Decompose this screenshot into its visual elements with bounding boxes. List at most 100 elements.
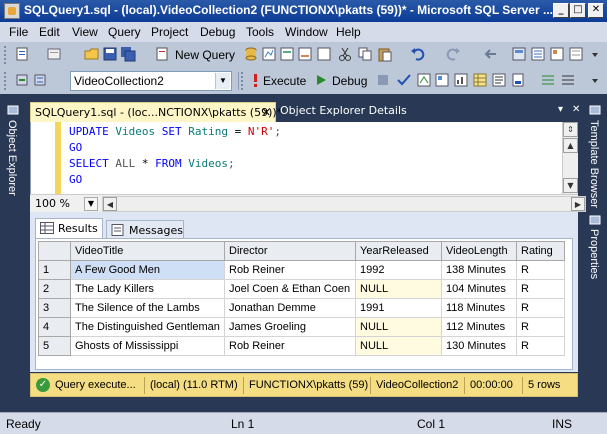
query-designer-icon[interactable] [434, 72, 450, 88]
cell-videolength[interactable]: 112 Minutes [441, 317, 517, 337]
code-line-1[interactable]: UPDATE Videos SET Rating = N'R'; [69, 125, 281, 138]
tab-sqlquery1[interactable]: SQLQuery1.sql - (loc...NCTIONX\pkatts (5… [30, 102, 282, 122]
editor-horizontal-scrollbar[interactable]: ◀ ▶ [102, 196, 586, 212]
close-icon[interactable]: ✕ [572, 104, 580, 115]
save-icon[interactable] [102, 46, 118, 62]
scroll-up-icon[interactable]: ▲ [563, 138, 578, 153]
new-project-icon[interactable] [14, 46, 30, 62]
editor-vertical-scrollbar[interactable]: ⇕ ▲ ▼ [562, 122, 578, 194]
new-query-icon[interactable] [154, 46, 170, 62]
column-header-director[interactable]: Director [224, 241, 356, 261]
cell-director[interactable]: Joel Coen & Ethan Coen [224, 279, 356, 299]
column-header-rating[interactable]: Rating [516, 241, 565, 261]
xmla-query-icon[interactable] [297, 46, 313, 62]
tab-list-chevron-icon[interactable]: ▾ [558, 104, 563, 115]
query-editor[interactable]: UPDATE Videos SET Rating = N'R'; GO SELE… [30, 122, 578, 194]
menu-debug[interactable]: Debug [200, 25, 235, 39]
cancel-query-icon[interactable] [375, 72, 391, 88]
template-explorer-icon[interactable] [549, 46, 565, 62]
properties-icon[interactable] [588, 214, 602, 226]
grid-corner-header[interactable] [38, 241, 71, 261]
parse-checkmark-icon[interactable] [396, 72, 412, 88]
object-explorer-icon[interactable] [530, 46, 546, 62]
comment-lines-icon[interactable] [540, 72, 556, 88]
column-header-yearreleased[interactable]: YearReleased [355, 241, 442, 261]
execute-icon[interactable] [247, 72, 263, 88]
mdx-query-icon[interactable] [279, 46, 295, 62]
table-row[interactable]: 4 The Distinguished Gentleman James Groeli… [38, 317, 565, 337]
results-to-file-icon[interactable] [510, 72, 526, 88]
cell-rating[interactable]: R [516, 298, 565, 318]
properties-tab[interactable]: Properties [588, 229, 600, 279]
table-row[interactable]: 3 The Silence of the Lambs Jonathan Demme 1… [38, 298, 565, 318]
zoom-dropdown[interactable]: 100 % ▼ [32, 196, 98, 212]
menu-window[interactable]: Window [285, 25, 328, 39]
chevron-down-icon[interactable]: ▼ [215, 73, 230, 89]
cell-rating[interactable]: R [516, 279, 565, 299]
properties-window-icon[interactable] [568, 46, 584, 62]
tab-results[interactable]: Results [35, 218, 103, 238]
splitter-icon[interactable]: ⇕ [563, 122, 578, 137]
cell-videolength[interactable]: 130 Minutes [441, 336, 517, 356]
cell-yearreleased[interactable]: NULL [355, 279, 442, 299]
toolbar-options-icon[interactable] [587, 46, 603, 62]
cell-videotitle[interactable]: The Silence of the Lambs [70, 298, 225, 318]
results-to-text-icon[interactable] [491, 72, 507, 88]
cell-videotitle[interactable]: The Lady Killers [70, 279, 225, 299]
redo-icon[interactable] [445, 46, 461, 62]
tab-object-explorer-details[interactable]: Object Explorer Details [280, 104, 407, 117]
menu-help[interactable]: Help [336, 25, 361, 39]
dmx-query-icon[interactable] [316, 46, 332, 62]
code-line-4[interactable]: GO [69, 173, 82, 186]
cell-director[interactable]: Rob Reiner [224, 336, 356, 356]
cell-yearreleased[interactable]: NULL [355, 336, 442, 356]
menu-edit[interactable]: Edit [39, 25, 60, 39]
close-tab-icon[interactable]: ✕ [262, 106, 271, 119]
cell-videotitle[interactable]: Ghosts of Mississippi [70, 336, 225, 356]
debug-play-icon[interactable] [313, 72, 329, 88]
cell-director[interactable]: Rob Reiner [224, 260, 356, 280]
scroll-left-icon[interactable]: ◀ [103, 197, 117, 211]
cell-videolength[interactable]: 118 Minutes [441, 298, 517, 318]
object-explorer-tab[interactable]: Object Explorer [6, 120, 18, 196]
cell-rating[interactable]: R [516, 336, 565, 356]
menu-file[interactable]: File [9, 25, 28, 39]
cell-videotitle[interactable]: A Few Good Men [70, 260, 225, 280]
scroll-right-icon[interactable]: ▶ [571, 197, 585, 211]
cell-videolength[interactable]: 104 Minutes [441, 279, 517, 299]
save-all-icon[interactable] [120, 46, 136, 62]
cell-yearreleased[interactable]: 1992 [355, 260, 442, 280]
row-header[interactable]: 3 [38, 298, 71, 318]
table-row[interactable]: 1A Few Good Men Rob Reiner 1992 138 Minutes… [38, 260, 565, 280]
code-line-2[interactable]: GO [69, 141, 82, 154]
cell-videolength[interactable]: 138 Minutes [441, 260, 517, 280]
available-databases-dropdown[interactable]: VideoCollection2 ▼ [70, 71, 232, 91]
results-to-grid-icon[interactable] [472, 72, 488, 88]
tab-messages[interactable]: Messages [106, 220, 184, 238]
row-header[interactable]: 2 [38, 279, 71, 299]
change-connection-icon[interactable] [32, 72, 48, 88]
cell-rating[interactable]: R [516, 260, 565, 280]
row-header[interactable]: 5 [38, 336, 71, 356]
undo-icon[interactable] [410, 46, 426, 62]
template-browser-tab[interactable]: Template Browser [588, 120, 600, 208]
menu-project[interactable]: Project [151, 25, 188, 39]
toolbar-grip[interactable] [4, 72, 7, 90]
pin-icon[interactable] [6, 104, 20, 116]
pin-icon[interactable] [588, 104, 602, 116]
close-button[interactable]: ✕ [588, 3, 604, 18]
debug-button[interactable]: Debug [332, 74, 367, 88]
app-icon[interactable] [4, 3, 20, 19]
navigate-back-icon[interactable] [484, 46, 500, 62]
menu-query[interactable]: Query [108, 25, 141, 39]
toolbar-grip[interactable] [4, 46, 7, 64]
results-grid[interactable]: VideoTitle Director YearReleased VideoLe… [35, 238, 573, 370]
table-row[interactable]: 5 Ghosts of Mississippi Rob Reiner NULL 130 … [38, 336, 565, 356]
column-header-videotitle[interactable]: VideoTitle [70, 241, 225, 261]
cell-director[interactable]: James Groeling [224, 317, 356, 337]
uncomment-lines-icon[interactable] [560, 72, 576, 88]
cell-director[interactable]: Jonathan Demme [224, 298, 356, 318]
open-file-icon[interactable] [84, 46, 100, 62]
cell-videotitle[interactable]: The Distinguished Gentleman [70, 317, 225, 337]
cell-rating[interactable]: R [516, 317, 565, 337]
